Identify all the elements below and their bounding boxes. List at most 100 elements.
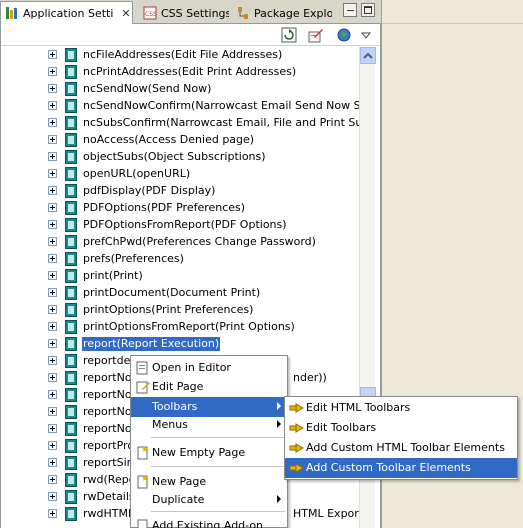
- expand-icon[interactable]: [48, 67, 57, 76]
- menu-item-add-custom-toolbar-elements[interactable]: Add Custom Toolbar Elements: [285, 458, 517, 478]
- expand-icon[interactable]: [48, 492, 57, 501]
- close-tab-icon[interactable]: ✕: [121, 7, 130, 20]
- expand-icon[interactable]: [48, 169, 57, 178]
- expand-icon[interactable]: [48, 101, 57, 110]
- tree-row[interactable]: ncFileAddresses(Edit File Addresses): [1, 47, 359, 64]
- tree-row-label: reportPro: [83, 439, 135, 452]
- tree-row[interactable]: printDocument(Document Print): [1, 285, 359, 302]
- refresh-icon[interactable]: [281, 27, 297, 43]
- expand-icon[interactable]: [48, 220, 57, 229]
- menu-item-duplicate[interactable]: Duplicate: [131, 490, 287, 510]
- maximize-button[interactable]: [361, 3, 375, 17]
- expand-icon[interactable]: [48, 356, 57, 365]
- expand-icon[interactable]: [48, 288, 57, 297]
- page-icon: [65, 490, 77, 504]
- tree-row[interactable]: pdfDisplay(PDF Display): [1, 183, 359, 200]
- tree-row[interactable]: noAccess(Access Denied page): [1, 132, 359, 149]
- expand-icon[interactable]: [48, 458, 57, 467]
- tree-row[interactable]: openURL(openURL): [1, 166, 359, 183]
- menu-item-edit-page[interactable]: Edit Page: [131, 377, 287, 397]
- menu-item-new-empty-page[interactable]: New Empty Page: [131, 443, 287, 463]
- menu-item-edit-toolbars[interactable]: Edit Toolbars: [285, 418, 517, 438]
- tree-row[interactable]: printOptions(Print Preferences): [1, 302, 359, 319]
- view-menu-icon[interactable]: [358, 27, 374, 43]
- tree-row-label: ncFileAddresses(Edit File Addresses): [83, 48, 283, 61]
- tab-css-settings[interactable]: CSS CSS Settings: [139, 2, 229, 24]
- expand-icon[interactable]: [48, 118, 57, 127]
- toolbars-submenu: Edit HTML Toolbars Edit Toolbars Add Cus…: [284, 396, 518, 480]
- menu-item-edit-html-toolbars[interactable]: Edit HTML Toolbars: [285, 398, 517, 418]
- menu-item-open-in-editor[interactable]: Open in Editor: [131, 358, 287, 378]
- expand-icon[interactable]: [48, 237, 57, 246]
- expand-icon[interactable]: [48, 254, 57, 263]
- expand-icon[interactable]: [48, 135, 57, 144]
- menu-separator: [151, 511, 285, 512]
- application-settings-icon: [6, 7, 17, 19]
- submenu-arrow-icon: [277, 420, 281, 428]
- expand-icon[interactable]: [48, 373, 57, 382]
- tree-row[interactable]: ncSendNow(Send Now): [1, 81, 359, 98]
- expand-icon[interactable]: [48, 339, 57, 348]
- page-icon: [65, 371, 77, 385]
- menu-item-add-custom-html-toolbar-elements[interactable]: Add Custom HTML Toolbar Elements: [285, 438, 517, 458]
- expand-icon[interactable]: [48, 152, 57, 161]
- expand-icon[interactable]: [48, 203, 57, 212]
- tree-row[interactable]: prefs(Preferences): [1, 251, 359, 268]
- edit-settings-icon[interactable]: [308, 27, 324, 43]
- scroll-up-button[interactable]: [360, 47, 376, 64]
- toolbar-arrow-icon: [289, 463, 305, 473]
- tree-row[interactable]: report(Report Execution): [1, 336, 359, 353]
- new-page-icon: [137, 475, 148, 489]
- expand-icon[interactable]: [48, 84, 57, 93]
- menu-item-menus[interactable]: Menus: [131, 415, 287, 435]
- menu-item-toolbars[interactable]: Toolbars: [131, 397, 287, 417]
- tree-row[interactable]: print(Print): [1, 268, 359, 285]
- page-icon: [65, 388, 77, 402]
- expand-icon[interactable]: [48, 50, 57, 59]
- minimize-button[interactable]: [343, 3, 357, 17]
- tree-row[interactable]: prefChPwd(Preferences Change Password): [1, 234, 359, 251]
- tree-row[interactable]: ncPrintAddresses(Edit Print Addresses): [1, 64, 359, 81]
- tree-row-label: rwd(Repo: [83, 473, 136, 486]
- menu-item-new-page[interactable]: New Page: [131, 472, 287, 492]
- chevron-up-icon: [363, 52, 373, 59]
- page-icon: [65, 456, 77, 470]
- expand-icon[interactable]: [48, 441, 57, 450]
- page-icon: [65, 422, 77, 436]
- tree-row[interactable]: ncSendNowConfirm(Narrowcast Email Send N…: [1, 98, 359, 115]
- expand-icon[interactable]: [48, 271, 57, 280]
- expand-icon[interactable]: [48, 475, 57, 484]
- editor-tab-bar: Application Setti ✕ CSS CSS Settings Pac…: [0, 0, 381, 24]
- tree-row[interactable]: PDFOptionsFromReport(PDF Options): [1, 217, 359, 234]
- page-icon: [65, 354, 77, 368]
- page-icon: [65, 473, 77, 487]
- page-icon: [65, 303, 77, 317]
- menu-item-label: Duplicate: [152, 493, 205, 506]
- tree-row-label: pdfDisplay(PDF Display): [83, 184, 216, 197]
- globe-icon[interactable]: [337, 27, 353, 43]
- tree-row[interactable]: ncSubsConfirm(Narrowcast Email, File and…: [1, 115, 359, 132]
- context-menu: Open in Editor Edit Page Toolbars Menus …: [130, 355, 288, 528]
- tab-application-settings[interactable]: Application Setti ✕: [0, 1, 133, 24]
- view-toolbar: [1, 24, 380, 46]
- page-icon: [65, 184, 77, 198]
- menu-item-add-existing-add-on[interactable]: Add Existing Add-on: [131, 516, 287, 528]
- tab-package-explorer[interactable]: Package Explor: [232, 2, 332, 24]
- tree-row-label: ncSendNowConfirm(Narrowcast Email Send N…: [83, 99, 359, 112]
- menu-item-label: Menus: [152, 418, 188, 431]
- tree-row-label: ncPrintAddresses(Edit Print Addresses): [83, 65, 297, 78]
- page-icon: [65, 167, 77, 181]
- tree-row[interactable]: printOptionsFromReport(Print Options): [1, 319, 359, 336]
- tree-row[interactable]: objectSubs(Object Subscriptions): [1, 149, 359, 166]
- menu-item-label: Edit HTML Toolbars: [306, 401, 411, 414]
- tree-row[interactable]: PDFOptions(PDF Preferences): [1, 200, 359, 217]
- expand-icon[interactable]: [48, 424, 57, 433]
- expand-icon[interactable]: [48, 186, 57, 195]
- expand-icon[interactable]: [48, 509, 57, 518]
- page-icon: [65, 65, 77, 79]
- expand-icon[interactable]: [48, 390, 57, 399]
- expand-icon[interactable]: [48, 322, 57, 331]
- expand-icon[interactable]: [48, 407, 57, 416]
- css-icon: CSS: [143, 6, 157, 20]
- expand-icon[interactable]: [48, 305, 57, 314]
